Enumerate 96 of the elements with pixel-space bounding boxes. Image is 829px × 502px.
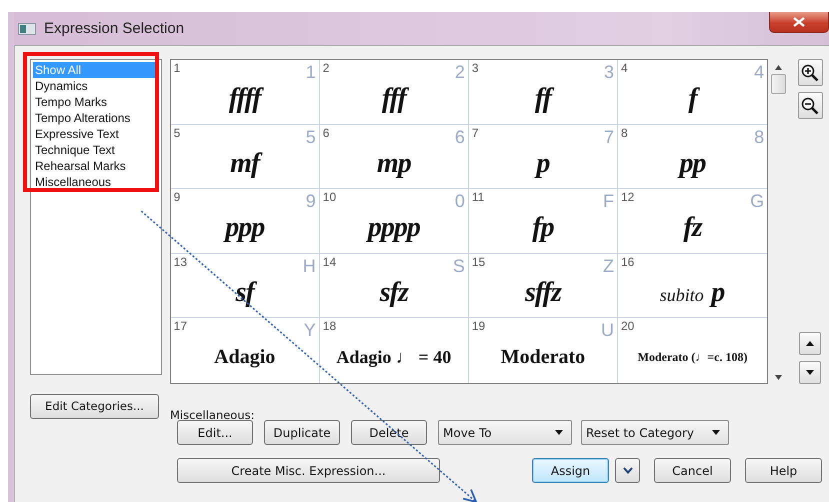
expression-text: subito p <box>658 276 726 310</box>
expression-cell[interactable]: 3 3 ff <box>468 60 618 125</box>
expression-number: 12 <box>620 190 634 204</box>
expression-text: Adagio <box>213 345 276 370</box>
expression-number: 17 <box>174 319 188 334</box>
shortcut-key: 4 <box>754 63 764 81</box>
action-button[interactable]: Duplicate <box>264 420 340 445</box>
expression-number: 5 <box>174 126 180 140</box>
shortcut-key: Y <box>304 321 316 340</box>
action-button[interactable]: Edit... <box>177 420 253 445</box>
expression-text: ffff <box>170 79 319 124</box>
shortcut-key: 3 <box>604 63 614 81</box>
expression-text: pppp <box>364 211 421 246</box>
category-item[interactable]: Rehearsal Marks <box>33 158 159 174</box>
expression-text: ppp <box>222 211 266 246</box>
expression-text: f <box>618 79 768 124</box>
shortcut-key: 6 <box>454 128 465 146</box>
shortcut-key: 7 <box>604 128 614 146</box>
expression-text: mf <box>170 144 319 188</box>
expression-cell[interactable]: 9 9 ppp <box>170 189 320 254</box>
expression-cell[interactable]: 20 Moderato (♩=c. 108) <box>618 318 768 383</box>
expression-cell[interactable]: 6 6 mp <box>320 124 469 190</box>
create-button[interactable]: Create Misc. Expression... <box>177 458 440 483</box>
expression-number: 7 <box>472 126 479 140</box>
expression-text: Moderato <box>500 345 586 370</box>
expression-cell[interactable]: 1 1 ffff <box>170 60 320 125</box>
expression-cell[interactable]: 7 7 p <box>468 124 618 190</box>
expression-text: pp <box>676 146 707 181</box>
shortcut-key: 0 <box>454 192 465 210</box>
expression-number: 15 <box>472 254 486 269</box>
expression-cell[interactable]: 16 subito p <box>618 254 768 318</box>
category-item[interactable]: Tempo Marks <box>33 94 159 110</box>
shortcut-key: U <box>600 321 614 340</box>
expression-number: 10 <box>322 190 336 204</box>
expression-text: sfz <box>378 276 410 310</box>
category-item[interactable]: Dynamics <box>33 78 159 94</box>
expression-number: 20 <box>620 319 634 334</box>
shortcut-key: 2 <box>454 63 465 81</box>
expression-cell[interactable]: 4 4 f <box>618 60 768 125</box>
expression-text: Moderato (♩=c. 108) <box>636 349 748 366</box>
expression-text: p <box>533 146 550 181</box>
expression-number: 16 <box>620 254 634 269</box>
expression-text: sffz <box>524 276 562 310</box>
expression-text: mp <box>376 146 412 181</box>
expression-text: fp <box>531 211 555 246</box>
category-item[interactable]: Miscellaneous <box>33 174 159 190</box>
shortcut-key: 9 <box>306 192 316 210</box>
expression-cell[interactable]: 14 S sfz <box>320 254 469 318</box>
expression-number: 13 <box>174 254 188 269</box>
shortcut-key: H <box>302 256 316 275</box>
shortcut-key: 5 <box>306 128 316 146</box>
dropdown[interactable]: Move To <box>438 420 572 445</box>
expression-number: 14 <box>322 254 336 269</box>
expression-cell[interactable]: 5 5 mf <box>170 124 320 190</box>
shortcut-key: 1 <box>306 63 316 81</box>
expression-text: fff <box>320 79 468 124</box>
expression-cell[interactable]: 10 0 pppp <box>320 189 469 254</box>
expression-text: ff <box>468 79 617 124</box>
expression-cell[interactable]: 12 G fz <box>618 189 768 254</box>
category-label: Miscellaneous: <box>170 408 254 422</box>
expression-number: 19 <box>472 319 486 334</box>
expression-number: 3 <box>472 61 479 75</box>
shortcut-key: G <box>750 192 764 210</box>
expression-number: 8 <box>620 126 628 140</box>
expression-number: 1 <box>174 61 180 75</box>
expression-cell[interactable]: 18 Adagio ♩ = 40 <box>320 318 469 383</box>
shortcut-key: F <box>602 192 614 210</box>
expression-cell[interactable]: 13 H sf <box>170 254 320 318</box>
category-item[interactable]: Tempo Alterations <box>33 110 159 126</box>
expression-text: fz <box>682 211 704 246</box>
expression-number: 11 <box>472 190 484 204</box>
expression-cell[interactable]: 8 8 pp <box>618 124 768 190</box>
expression-text: sf <box>170 272 319 318</box>
expression-cell[interactable]: 15 Z sffz <box>468 254 618 318</box>
category-item[interactable]: Technique Text <box>33 142 159 158</box>
expression-cell[interactable]: 19 U Moderato <box>468 318 618 383</box>
expression-number: 6 <box>322 126 330 140</box>
shortcut-key: 8 <box>754 128 764 146</box>
expression-number: 9 <box>174 190 180 204</box>
action-button[interactable]: Delete <box>351 420 427 445</box>
expression-number: 2 <box>322 61 330 75</box>
dialog-button[interactable]: Help <box>745 458 822 483</box>
category-item[interactable]: Expressive Text <box>33 126 159 142</box>
shortcut-key: Z <box>602 256 614 275</box>
edit-categories-button[interactable]: Edit Categories... <box>30 394 159 418</box>
dialog-button[interactable]: Cancel <box>654 458 731 483</box>
dialog-button[interactable]: Assign <box>532 458 609 483</box>
expression-number: 4 <box>620 61 628 75</box>
dropdown[interactable]: Reset to Category <box>581 420 729 445</box>
window-title: Expression Selection <box>44 20 184 37</box>
expression-cell[interactable]: 11 F fp <box>468 189 618 254</box>
expression-number: 18 <box>322 319 336 334</box>
shortcut-key: S <box>452 256 465 275</box>
expression-cell[interactable]: 17 Y Adagio <box>170 318 320 383</box>
expression-cell[interactable]: 2 2 fff <box>320 60 469 125</box>
expression-text: Adagio ♩ = 40 <box>335 346 452 370</box>
